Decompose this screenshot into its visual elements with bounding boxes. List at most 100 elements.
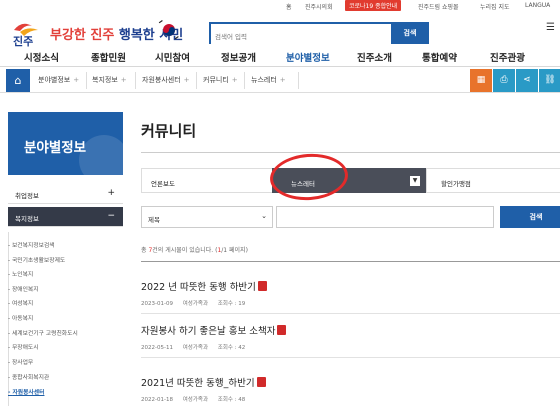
sidebar-sub-item[interactable]: - 장사업무 — [8, 357, 33, 366]
sidebar-sub-item[interactable]: - 무장애도시 — [8, 342, 39, 351]
util-home[interactable]: 홈 — [286, 2, 292, 11]
pdf-icon — [257, 281, 267, 291]
plus-icon: + — [107, 188, 115, 198]
list-divider — [141, 261, 560, 262]
post-views: 조회수 : 42 — [217, 345, 246, 351]
menu-icon[interactable]: ☰ — [546, 22, 555, 33]
post-date: 2022-05-11 — [141, 345, 173, 351]
header-search: 검색 — [209, 22, 429, 46]
search-button[interactable]: 검색 — [500, 206, 560, 228]
tab-press[interactable]: 언론보도 — [141, 168, 272, 193]
divider — [135, 72, 136, 89]
sidebar-sub-item[interactable]: - 노인복지 — [8, 269, 33, 278]
sidebar-item-label: 복지정보 — [15, 215, 39, 223]
breadcrumb-item-4[interactable]: 커뮤니티 + — [203, 75, 238, 85]
post-dept: 여성가족과 — [182, 345, 209, 351]
taegeuk-flag-icon — [158, 20, 179, 40]
header-search-input[interactable] — [211, 28, 391, 46]
breadcrumb-item-5[interactable]: 뉴스레터 + — [251, 75, 286, 85]
gnb-item-field-info[interactable]: 분야별정보 — [286, 50, 330, 64]
post-date: 2022-01-18 — [141, 397, 173, 403]
post-meta: 2023-01-09 여성가족과 조회수 : 19 — [141, 299, 560, 307]
sidebar-item-jobs[interactable]: 취업정보 + — [8, 184, 123, 204]
post-count: 총 7건의 게시물이 있습니다. (1/1 페이지) — [141, 247, 248, 254]
post-views: 조회수 : 19 — [217, 301, 246, 307]
gnb-item-tourism[interactable]: 진주관광 — [490, 50, 525, 64]
slogan-part-1: 부강한 진주 — [50, 28, 115, 43]
util-sitemap[interactable]: 누리집 지도 — [480, 2, 510, 11]
gnb-divider — [0, 66, 560, 67]
svg-text:진주: 진주 — [13, 34, 33, 48]
post-meta: 2022-05-11 여성가족과 조회수 : 42 — [141, 343, 560, 351]
post-title[interactable]: 2021년 따뜻한 동행_하반기 — [141, 375, 560, 389]
sidebar-title-text: 분야별정보 — [24, 140, 87, 156]
breadcrumb-item-1[interactable]: 분야별정보 + — [38, 75, 79, 85]
link-icon[interactable]: ⛓ — [539, 69, 560, 92]
breadcrumb-label: 커뮤니티 — [203, 76, 229, 84]
sidebar-sub-item[interactable]: - 국민기초생활보장제도 — [8, 255, 65, 264]
util-mall[interactable]: 진주드림 쇼핑몰 — [418, 2, 459, 11]
breadcrumb: ⌂ 분야별정보 + 복지정보 + 자원봉사센터 + 커뮤니티 + 뉴스레터 + ▦ ⎙ ⋖… — [0, 68, 560, 93]
breadcrumb-item-2[interactable]: 복지정보 + — [92, 75, 127, 85]
post-dept: 여성가족과 — [182, 397, 209, 403]
post-date: 2023-01-09 — [141, 301, 173, 307]
print-icon[interactable]: ⎙ — [493, 69, 515, 92]
main-navigation: 시정소식 종합민원 시민참여 정보공개 분야별정보 진주소개 통합예약 진주관광 — [0, 47, 560, 65]
utility-bar: 홈 진주시의회 코로나19 종합안내 진주드림 쇼핑몰 누리집 지도 LANGU… — [0, 0, 560, 12]
share-icon[interactable]: ⋖ — [516, 69, 538, 92]
list-item[interactable]: 자원봉사 하기 좋은날 홍보 소책자 2022-05-11 여성가족과 조회수 … — [141, 323, 560, 351]
util-language[interactable]: LANGUA — [525, 2, 550, 9]
grid-icon[interactable]: ▦ — [470, 69, 492, 92]
gnb-item-news[interactable]: 시정소식 — [24, 50, 59, 64]
chevron-down-icon: ⌄ — [261, 212, 267, 220]
post-title[interactable]: 2022 년 따뜻한 동행 하반기 — [141, 279, 560, 293]
util-covid[interactable]: 코로나19 종합안내 — [345, 0, 402, 11]
sidebar-title: 분야별정보 — [8, 112, 123, 175]
breadcrumb-label: 자원봉사센터 — [142, 76, 181, 84]
gnb-item-disclosure[interactable]: 정보공개 — [221, 50, 256, 64]
list-divider — [141, 313, 560, 314]
breadcrumb-item-3[interactable]: 자원봉사센터 + — [142, 75, 190, 85]
tab-discount[interactable]: 할인가맹점 — [426, 168, 560, 193]
sidebar-sub-item-active[interactable]: - 자원봉사센터 — [8, 387, 44, 396]
keyword-input[interactable] — [276, 206, 494, 228]
search-field-select[interactable]: 제목 ⌄ — [141, 206, 273, 228]
sidebar-sub-item[interactable]: - 장애인복지 — [8, 284, 39, 293]
divider — [141, 152, 560, 153]
sidebar-sub-item[interactable]: - 아동복지 — [8, 313, 33, 322]
plus-icon: + — [279, 76, 286, 84]
breadcrumb-label: 뉴스레터 — [251, 76, 277, 84]
list-divider — [141, 357, 560, 358]
city-logo-icon[interactable]: 진주 — [10, 18, 44, 48]
gnb-item-civil[interactable]: 종합민원 — [91, 50, 126, 64]
home-icon[interactable]: ⌂ — [6, 69, 30, 92]
sidebar-sub-item[interactable]: - 세계보건기구 고령친화도시 — [8, 328, 78, 337]
sidebar-sub-item[interactable]: - 종합사회복지관 — [8, 372, 49, 381]
pdf-icon — [256, 377, 266, 387]
post-dept: 여성가족과 — [182, 301, 209, 307]
divider — [244, 72, 245, 89]
breadcrumb-label: 분야별정보 — [38, 76, 71, 84]
sidebar-item-welfare[interactable]: 복지정보 − — [8, 207, 123, 227]
header-search-button[interactable]: 검색 — [391, 22, 429, 44]
gnb-item-about[interactable]: 진주소개 — [357, 50, 392, 64]
gnb-item-participation[interactable]: 시민참여 — [155, 50, 190, 64]
page-title: 커뮤니티 — [141, 122, 197, 140]
post-title[interactable]: 자원봉사 하기 좋은날 홍보 소책자 — [141, 323, 560, 337]
sidebar-sub-item[interactable]: - 보건복지정보검색 — [8, 240, 55, 249]
gnb-item-reservation[interactable]: 통합예약 — [422, 50, 457, 64]
plus-icon: + — [231, 76, 238, 84]
tab-label: 언론보도 — [151, 180, 175, 188]
sidebar-item-label: 취업정보 — [15, 192, 39, 200]
divider — [196, 72, 197, 89]
minus-icon: − — [107, 211, 115, 221]
tab-label: 할인가맹점 — [441, 180, 471, 188]
list-item[interactable]: 2021년 따뜻한 동행_하반기 2022-01-18 여성가족과 조회수 : … — [141, 375, 560, 403]
util-council[interactable]: 진주시의회 — [305, 2, 333, 11]
sidebar-sub-item[interactable]: - 여성복지 — [8, 298, 33, 307]
red-circle-annotation — [268, 151, 350, 203]
list-item[interactable]: 2022 년 따뜻한 동행 하반기 2023-01-09 여성가족과 조회수 :… — [141, 279, 560, 307]
dropdown-icon[interactable]: ▼ — [410, 176, 420, 186]
pdf-icon — [277, 325, 287, 335]
breadcrumb-label: 복지정보 — [92, 76, 118, 84]
